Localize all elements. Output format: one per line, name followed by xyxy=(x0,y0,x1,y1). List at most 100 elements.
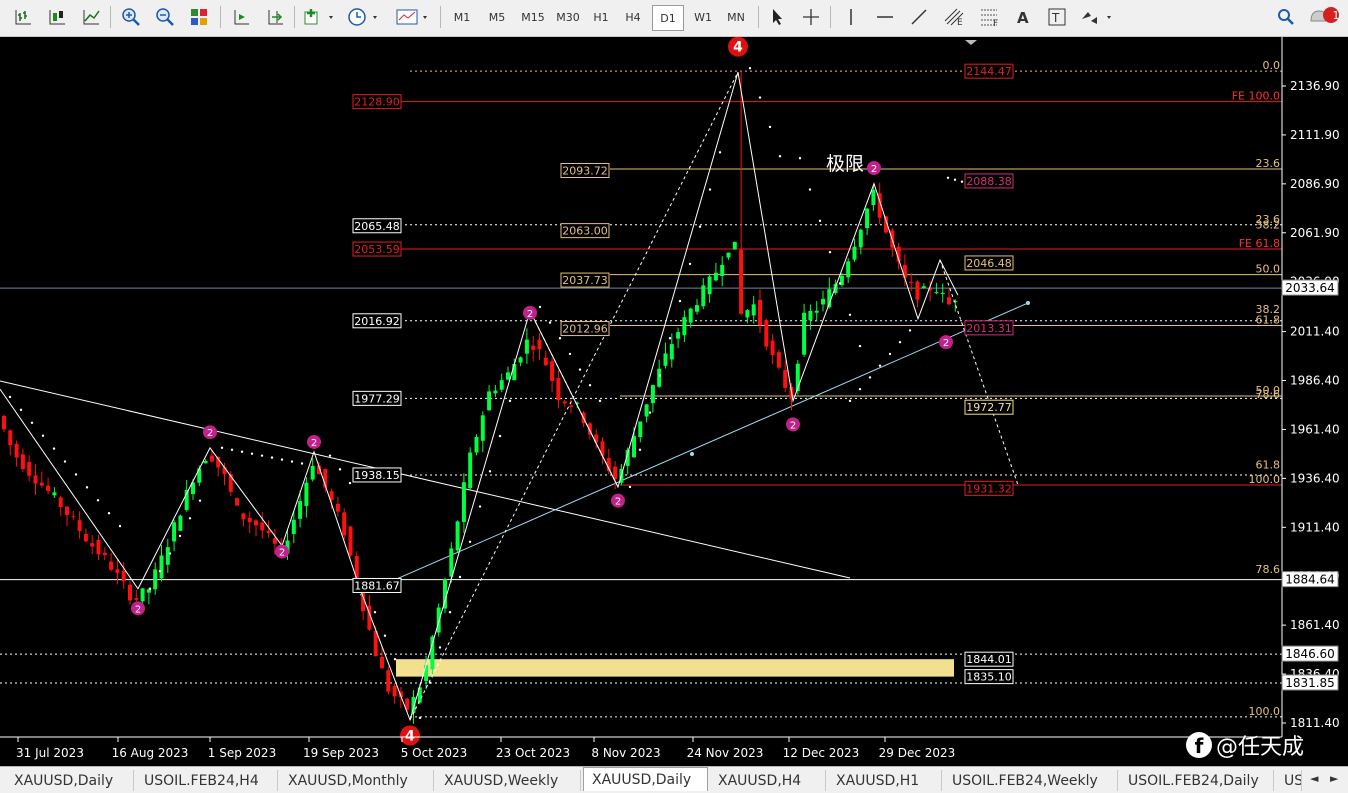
chart-tab-3[interactable]: XAUUSD,Weekly xyxy=(436,770,581,791)
candle-bull xyxy=(436,607,441,633)
tile-windows-icon[interactable] xyxy=(186,5,212,29)
facebook-icon: f xyxy=(1186,732,1212,758)
zoom-out-icon[interactable] xyxy=(152,5,178,29)
chart-tab-0[interactable]: XAUUSD,Daily xyxy=(6,770,134,791)
chart-tab-7[interactable]: USOIL.FEB24,Weekly xyxy=(944,770,1118,791)
templates-dropdown-icon[interactable] xyxy=(394,5,432,29)
candle-bull xyxy=(852,246,857,260)
candlestick-icon[interactable] xyxy=(44,5,70,29)
candle-bull xyxy=(424,664,429,681)
fibonacci-icon[interactable]: F xyxy=(976,5,1006,29)
chart-tab-6[interactable]: XAUUSD,H1 xyxy=(828,770,942,791)
indicators-dropdown-icon[interactable] xyxy=(302,5,338,29)
fib-level-label: FE 61.8 xyxy=(1239,237,1280,250)
text-label-icon[interactable]: T xyxy=(1044,5,1070,29)
arrows-dropdown-icon[interactable] xyxy=(1078,5,1116,29)
timeframe-m15[interactable]: M15 xyxy=(516,5,550,29)
vertical-line-icon[interactable] xyxy=(838,5,864,29)
timeframe-w1[interactable]: W1 xyxy=(688,5,718,29)
tab-scroll-left-icon[interactable]: ◄ xyxy=(1310,772,1318,785)
candle-bull xyxy=(846,261,851,278)
sar-dot xyxy=(74,473,78,476)
periods-dropdown-icon[interactable] xyxy=(346,5,382,29)
timeframe-h1[interactable]: H1 xyxy=(587,5,615,29)
bar-chart-icon[interactable] xyxy=(10,5,36,29)
candle-bear xyxy=(241,513,246,520)
sar-dot xyxy=(270,456,274,459)
candle-bear xyxy=(83,533,88,542)
text-tool-icon[interactable]: A xyxy=(1010,5,1036,29)
trendline-icon[interactable] xyxy=(906,5,932,29)
price-label-left: 2128.90 xyxy=(354,96,400,109)
sar-dot xyxy=(96,499,100,502)
sar-dot xyxy=(373,611,377,614)
tab-scroll-right-icon[interactable]: ► xyxy=(1330,772,1338,785)
candle-bull xyxy=(644,404,649,417)
price-label-right: 1972.77 xyxy=(966,401,1012,414)
axis-price-badge: 1884.64 xyxy=(1285,573,1335,587)
timeframe-m30[interactable]: M30 xyxy=(551,5,585,29)
timeframe-d1[interactable]: D1 xyxy=(652,5,684,31)
sar-dot xyxy=(858,344,862,348)
candle-bull xyxy=(52,492,57,496)
price-tick-label: 1911.40 xyxy=(1290,520,1340,534)
sar-dot xyxy=(558,337,562,340)
toolbar: M1 M5 M15 M30 H1 H4 D1 W1 MN E F A T 1 xyxy=(0,0,1348,37)
price-tick-label: 2061.90 xyxy=(1290,226,1340,240)
candle-bull xyxy=(688,308,693,323)
sar-dot xyxy=(953,178,957,181)
chart-shift-icon[interactable] xyxy=(228,5,254,29)
candle-bear xyxy=(109,561,114,570)
line-chart-icon[interactable] xyxy=(78,5,104,29)
axis-price-badge: 1846.60 xyxy=(1285,647,1335,661)
candle-bear xyxy=(550,361,555,382)
timeframe-h4[interactable]: H4 xyxy=(619,5,647,29)
autoscroll-icon[interactable] xyxy=(262,5,288,29)
timeframe-m1[interactable]: M1 xyxy=(448,5,476,29)
candle-bull xyxy=(499,380,504,390)
fib-level-label: 50.0 xyxy=(1256,263,1281,276)
equidistant-channel-icon[interactable]: E xyxy=(940,5,970,29)
sar-dot xyxy=(52,447,56,450)
sar-dot xyxy=(838,282,842,285)
crosshair-icon[interactable] xyxy=(798,5,824,29)
sar-dot xyxy=(19,408,23,412)
cursor-icon[interactable] xyxy=(764,5,790,29)
zoom-in-icon[interactable] xyxy=(118,5,144,29)
chart-tab-9[interactable]: US xyxy=(1276,770,1302,791)
candle-bull xyxy=(821,298,825,305)
candle-bear xyxy=(260,522,265,531)
sar-dot xyxy=(578,368,582,371)
timeframe-m5[interactable]: M5 xyxy=(482,5,512,29)
sar-dot xyxy=(808,188,812,191)
horizontal-line-icon[interactable] xyxy=(872,5,898,29)
sar-dot xyxy=(708,188,712,191)
candle-bear xyxy=(46,485,51,491)
search-icon[interactable] xyxy=(1274,5,1298,29)
sar-dot xyxy=(960,180,964,183)
chart-tab-2[interactable]: XAUUSD,Monthly xyxy=(280,770,434,791)
candle-bear xyxy=(33,475,38,484)
candle-bull xyxy=(751,304,756,316)
candle-bull xyxy=(713,272,718,281)
chart-tab-1[interactable]: USOIL.FEB24,H4 xyxy=(136,770,278,791)
chart-canvas[interactable]: 44222222222 2128.902065.482053.592016.92… xyxy=(0,36,1348,766)
chart-tab-8[interactable]: USOIL.FEB24,Daily xyxy=(1120,770,1274,791)
timeframe-mn[interactable]: MN xyxy=(721,5,751,29)
candle-bear xyxy=(531,345,536,350)
sar-dot xyxy=(188,517,192,520)
candle-bull xyxy=(726,252,731,258)
candle-bear xyxy=(783,369,788,389)
sar-dot xyxy=(428,681,432,684)
chart-tab-4[interactable]: XAUUSD,Daily xyxy=(583,767,708,791)
sar-dot xyxy=(230,448,234,452)
sar-dot xyxy=(568,352,572,356)
candle-bull xyxy=(493,390,498,394)
candle-bear xyxy=(77,520,82,531)
price-chart[interactable]: 44222222222 2128.90 2065.48 2053.59 2016.92… xyxy=(0,36,1348,766)
candle-bear xyxy=(96,539,101,555)
notifications-icon[interactable]: 1 xyxy=(1306,5,1342,29)
wave-label: 4 xyxy=(733,40,743,56)
chart-tab-5[interactable]: XAUUSD,H4 xyxy=(710,770,826,791)
price-label-right: 1931.32 xyxy=(966,482,1012,495)
